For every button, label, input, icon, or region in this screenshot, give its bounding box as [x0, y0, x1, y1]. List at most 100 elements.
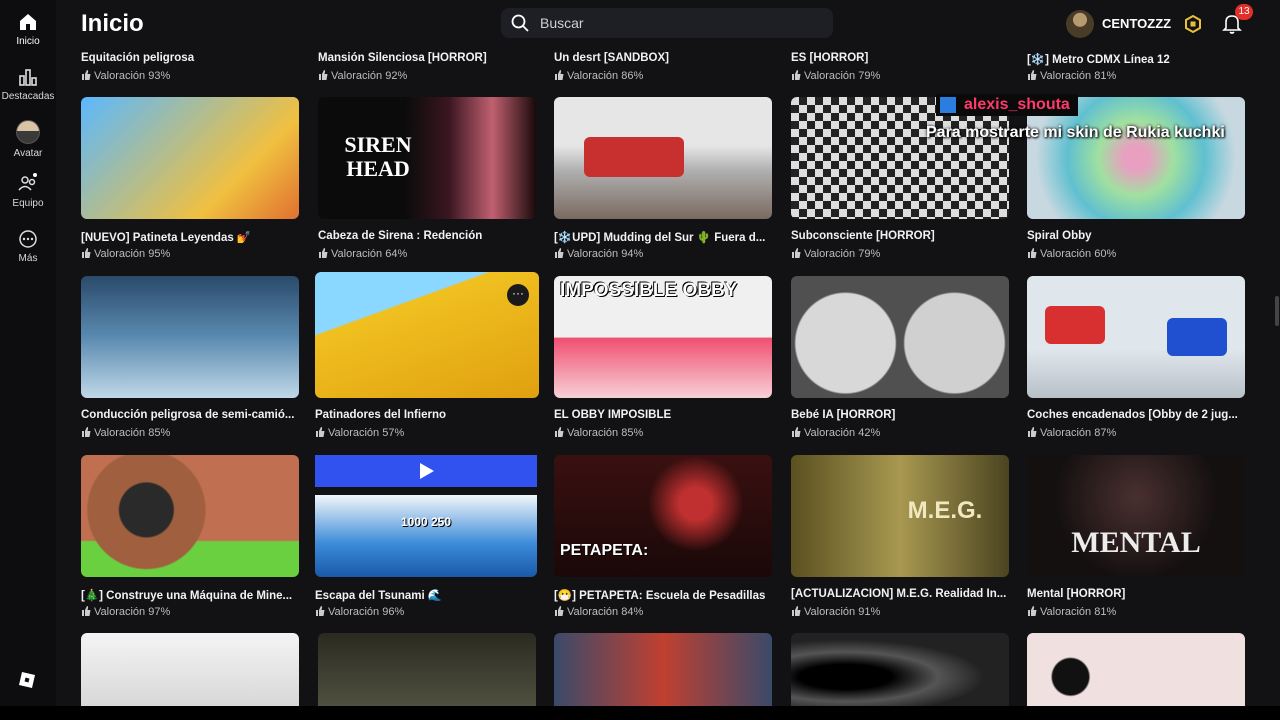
thumbs-up-icon	[555, 70, 564, 80]
game-rating: Valoración 60%	[1027, 248, 1116, 260]
game-rating: Valoración 95%	[81, 248, 170, 260]
game-thumbnail[interactable]: ···	[315, 272, 539, 398]
thumbs-up-icon	[319, 70, 328, 80]
game-rating: Valoración 96%	[315, 606, 404, 618]
roblox-logo-icon[interactable]	[18, 671, 36, 689]
stream-overlay-name: alexis_shouta	[936, 94, 1078, 116]
search-input[interactable]	[538, 14, 812, 32]
game-rating: Valoración 92%	[318, 70, 407, 82]
game-title: EL OBBY IMPOSIBLE	[554, 409, 672, 421]
thumbs-up-icon	[82, 606, 91, 616]
user-avatar[interactable]	[1066, 10, 1094, 38]
avatar	[16, 120, 40, 144]
game-rating: Valoración 85%	[81, 427, 170, 439]
game-title: Cabeza de Sirena : Redención	[318, 230, 483, 242]
game-thumbnail[interactable]: PETAPETA:	[554, 455, 772, 577]
sidebar-item-avatar[interactable]: Avatar	[0, 120, 56, 159]
game-rating: Valoración 97%	[81, 606, 170, 618]
game-thumbnail[interactable]	[554, 633, 772, 706]
game-title: [😷] PETAPETA: Escuela de Pesadillas	[554, 590, 766, 602]
thumbs-up-icon	[316, 606, 325, 616]
thumbs-up-icon	[316, 427, 325, 437]
game-thumbnail[interactable]	[791, 633, 1009, 706]
sidebar-item-label: Más	[18, 253, 38, 264]
game-title: [❄️] Metro CDMX Línea 12	[1027, 54, 1170, 66]
search-bar[interactable]	[501, 8, 833, 38]
chart-icon	[19, 69, 37, 86]
game-title: Mental [HORROR]	[1027, 588, 1126, 600]
sidebar-item-more[interactable]: Más	[0, 229, 56, 264]
sidebar-item-home[interactable]: Inicio	[0, 12, 56, 47]
game-thumbnail[interactable]	[318, 633, 536, 706]
game-thumbnail[interactable]	[1027, 276, 1245, 398]
sidebar-item-label: Equipo	[12, 198, 44, 209]
game-title: Subconsciente [HORROR]	[791, 230, 935, 242]
thumbs-up-icon	[555, 248, 564, 258]
game-thumbnail[interactable]: MENTAL	[1027, 455, 1245, 577]
game-thumbnail[interactable]	[81, 633, 299, 706]
game-rating: Valoración 79%	[791, 248, 880, 260]
game-thumbnail[interactable]: 1000 250	[315, 495, 537, 577]
sidebar-item-label: Avatar	[13, 148, 43, 159]
sidebar: Inicio Destacadas Avatar Equipo Más	[0, 0, 56, 720]
game-thumbnail[interactable]	[554, 97, 772, 219]
play-icon	[420, 463, 434, 479]
game-rating: Valoración 91%	[791, 606, 880, 618]
game-thumbnail[interactable]	[791, 276, 1009, 398]
play-button[interactable]	[315, 455, 537, 487]
sidebar-item-label: Inicio	[16, 36, 40, 47]
thumbs-up-icon	[792, 427, 801, 437]
game-rating: Valoración 87%	[1027, 427, 1116, 439]
game-rating: Valoración 84%	[554, 606, 643, 618]
game-title: [NUEVO] Patineta Leyendas 💅	[81, 232, 252, 244]
game-title: [ACTUALIZACIÓN] M.E.G. Realidad In...	[791, 588, 1007, 600]
game-thumbnail[interactable]: M.E.G.	[791, 455, 1009, 577]
game-rating: Valoración 64%	[318, 248, 407, 260]
game-rating: Valoración 81%	[1027, 70, 1116, 82]
more-icon	[19, 230, 37, 248]
game-title: Equitación peligrosa	[81, 52, 195, 64]
thumbs-up-icon	[1028, 248, 1037, 258]
sidebar-item-team[interactable]: Equipo	[0, 172, 56, 209]
page-title: Inicio	[81, 10, 144, 37]
scrollbar[interactable]	[1275, 296, 1279, 326]
sidebar-item-featured[interactable]: Destacadas	[0, 67, 56, 102]
thumbs-up-icon	[82, 248, 91, 258]
game-thumbnail[interactable]: IMPOSSIBLE OBBY	[554, 276, 772, 398]
thumbs-up-icon	[792, 248, 801, 258]
game-rating: Valoración 85%	[554, 427, 643, 439]
thumbs-up-icon	[82, 70, 91, 80]
sidebar-item-label: Destacadas	[1, 91, 55, 102]
thumbs-up-icon	[82, 427, 91, 437]
bottom-bar	[0, 706, 1280, 720]
group-icon	[18, 173, 37, 191]
game-thumbnail[interactable]	[1027, 633, 1245, 706]
game-title: Patinadores del Infierno	[315, 409, 446, 421]
game-thumbnail[interactable]	[81, 276, 299, 398]
robux-icon[interactable]	[1184, 15, 1202, 33]
game-thumbnail[interactable]: SIREN HEAD	[318, 97, 536, 219]
game-thumbnail[interactable]	[81, 455, 299, 577]
thumbs-up-icon	[792, 606, 801, 616]
game-title: Escapa del Tsunami 🌊	[315, 590, 443, 602]
game-title: [❄️UPD] Mudding del Sur 🌵 Fuera d...	[554, 232, 766, 244]
thumbs-up-icon	[792, 70, 801, 80]
username[interactable]: CENTOZZZ	[1102, 16, 1171, 31]
thumbs-up-icon	[1028, 70, 1037, 80]
more-options-button[interactable]: ···	[507, 284, 529, 306]
search-icon	[511, 14, 529, 32]
game-rating: Valoración 79%	[791, 70, 880, 82]
game-thumbnail[interactable]	[81, 97, 299, 219]
thumbs-up-icon	[555, 427, 564, 437]
game-title: Coches encadenados [Obby de 2 jug...	[1027, 409, 1238, 421]
thumbs-up-icon	[1028, 427, 1037, 437]
game-title: Un desrt [SANDBOX]	[554, 52, 670, 64]
thumbs-up-icon	[1028, 606, 1037, 616]
game-rating: Valoración 42%	[791, 427, 880, 439]
thumbs-up-icon	[555, 606, 564, 616]
stream-overlay-message: Para mostrarte mi skin de Rukia kuchki	[926, 124, 1225, 141]
game-title: ES [HORROR]	[791, 52, 869, 64]
thumbs-up-icon	[319, 248, 328, 258]
home-icon	[20, 14, 36, 30]
game-rating: Valoración 86%	[554, 70, 643, 82]
